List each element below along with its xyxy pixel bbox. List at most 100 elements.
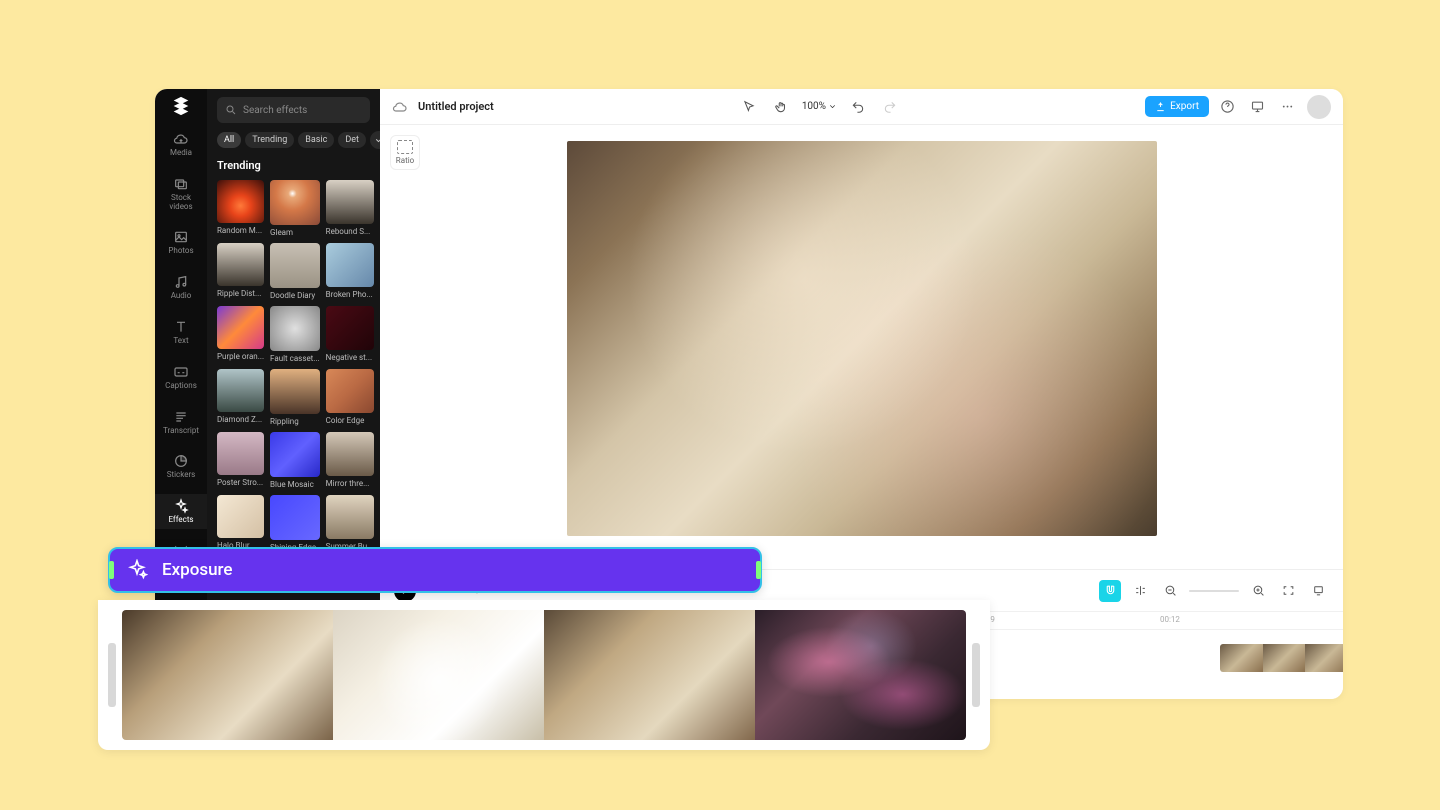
strip-handle-left[interactable]: [108, 643, 116, 707]
effect-thumbnail: [326, 306, 374, 350]
effect-card[interactable]: Random M...: [217, 180, 264, 237]
effect-name: Purple oran...: [217, 352, 264, 361]
effect-name: Diamond Z...: [217, 415, 264, 424]
effect-thumbnail: [270, 495, 320, 540]
help-button[interactable]: [1217, 96, 1239, 118]
search-input[interactable]: Search effects: [217, 97, 370, 123]
user-avatar[interactable]: [1307, 95, 1331, 119]
effect-thumbnail: [217, 306, 264, 349]
effect-thumbnail: [326, 369, 374, 413]
nav-effects[interactable]: Effects: [155, 494, 207, 529]
cursor-tool[interactable]: [738, 96, 760, 118]
filter-detail[interactable]: Det: [338, 132, 366, 148]
effect-card[interactable]: Negative st...: [326, 306, 374, 363]
effect-card[interactable]: Purple oran...: [217, 306, 264, 363]
timeline-right-tools: [1099, 580, 1329, 602]
image-icon: [173, 229, 189, 245]
nav-captions[interactable]: Captions: [155, 360, 207, 395]
nav-label: Text: [173, 337, 188, 346]
effect-card[interactable]: Ripple Dist...: [217, 243, 264, 300]
effect-card[interactable]: Color Edge: [326, 369, 374, 426]
top-bar: Untitled project 100% Export: [380, 89, 1343, 125]
section-title: Trending: [217, 159, 370, 172]
magnet-button[interactable]: [1099, 580, 1121, 602]
effect-card[interactable]: Doodle Diary: [270, 243, 320, 300]
effect-name: Fault casset...: [270, 354, 320, 363]
effect-thumbnail: [217, 432, 264, 475]
effect-card[interactable]: Poster Stro...: [217, 432, 264, 489]
project-title[interactable]: Untitled project: [418, 100, 494, 113]
split-button[interactable]: [1129, 580, 1151, 602]
redo-button[interactable]: [879, 96, 901, 118]
strip-handle-right[interactable]: [972, 643, 980, 707]
sparkle-icon: [126, 559, 148, 581]
nav-label: Audio: [171, 292, 192, 301]
effect-card[interactable]: Rippling: [270, 369, 320, 426]
search-icon: [225, 104, 237, 116]
effect-card[interactable]: Fault casset...: [270, 306, 320, 363]
effect-name: Broken Pho...: [326, 290, 374, 299]
text-icon: [173, 319, 189, 335]
fullscreen-button[interactable]: [1307, 580, 1329, 602]
effect-clip-overlay[interactable]: Exposure: [108, 547, 762, 593]
nav-audio[interactable]: Audio: [155, 270, 207, 305]
preview-image[interactable]: [567, 141, 1157, 536]
effect-name: Random M...: [217, 226, 264, 235]
nav-stickers[interactable]: Stickers: [155, 449, 207, 484]
effect-name: Rippling: [270, 417, 320, 426]
export-button[interactable]: Export: [1145, 96, 1209, 117]
nav-media[interactable]: Media: [155, 127, 207, 162]
zoom-in-button[interactable]: [1247, 580, 1269, 602]
app-logo[interactable]: [170, 95, 192, 117]
nav-transcript[interactable]: Transcript: [155, 405, 207, 440]
effect-thumbnail: [326, 495, 374, 539]
zoom-out-button[interactable]: [1159, 580, 1181, 602]
more-button[interactable]: [1277, 96, 1299, 118]
effect-name: Rebound S...: [326, 227, 374, 236]
music-note-icon: [173, 274, 189, 290]
present-button[interactable]: [1247, 96, 1269, 118]
export-icon: [1155, 101, 1166, 112]
effect-name: Negative st...: [326, 353, 374, 362]
filter-all[interactable]: All: [217, 132, 241, 148]
zoom-slider[interactable]: [1189, 590, 1239, 592]
effect-card[interactable]: Broken Pho...: [326, 243, 374, 300]
effect-name: Ripple Dist...: [217, 289, 264, 298]
effect-card[interactable]: Mirror thre...: [326, 432, 374, 489]
undo-button[interactable]: [847, 96, 869, 118]
transcript-icon: [173, 409, 189, 425]
filter-basic[interactable]: Basic: [298, 132, 334, 148]
effect-name: Mirror thre...: [326, 479, 374, 488]
clip-handle-right[interactable]: [756, 561, 761, 579]
nav-stock-videos[interactable]: Stock videos: [155, 172, 207, 216]
fit-button[interactable]: [1277, 580, 1299, 602]
canvas-tools: 100%: [738, 96, 901, 118]
effect-clip-label: Exposure: [162, 560, 233, 580]
effect-card[interactable]: Gleam: [270, 180, 320, 237]
effect-name: Color Edge: [326, 416, 374, 425]
zoom-value[interactable]: 100%: [802, 101, 837, 112]
chevron-down-icon: [828, 102, 837, 111]
filter-more[interactable]: [370, 131, 380, 149]
ratio-tool[interactable]: Ratio: [390, 135, 420, 170]
effect-thumbnail: [217, 495, 264, 538]
effect-thumbnail: [270, 432, 320, 477]
effect-thumbnail: [270, 243, 320, 288]
effect-card[interactable]: Summer Bu...: [326, 495, 374, 552]
effect-thumbnail: [217, 180, 264, 223]
effect-card[interactable]: Blue Mosaic: [270, 432, 320, 489]
effect-card[interactable]: Rebound S...: [326, 180, 374, 237]
filter-trending[interactable]: Trending: [245, 132, 294, 148]
nav-text[interactable]: Text: [155, 315, 207, 350]
hand-tool[interactable]: [770, 96, 792, 118]
nav-label: Captions: [165, 382, 197, 391]
top-right: Export: [1145, 95, 1331, 119]
nav-photos[interactable]: Photos: [155, 225, 207, 260]
effect-card[interactable]: Diamond Z...: [217, 369, 264, 426]
effect-card[interactable]: Halo Blur: [217, 495, 264, 552]
filmstrip-frames[interactable]: [122, 610, 966, 740]
captions-icon: [173, 364, 189, 380]
clip-handle-left[interactable]: [109, 561, 114, 579]
effect-card[interactable]: Shining Edge: [270, 495, 320, 552]
video-clip[interactable]: [1220, 644, 1343, 672]
